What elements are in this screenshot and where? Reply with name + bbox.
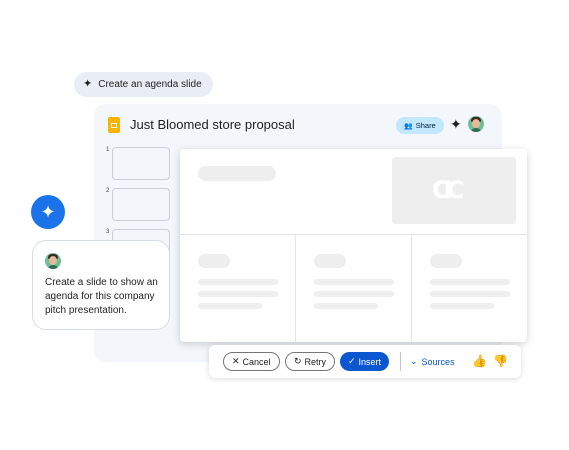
insert-button[interactable]: ✓ Insert xyxy=(340,352,390,371)
heading-placeholder xyxy=(314,254,346,268)
text-placeholder xyxy=(430,291,510,297)
heading-placeholder xyxy=(198,254,230,268)
text-placeholder xyxy=(198,279,278,285)
thumbnail-number: 3 xyxy=(106,229,110,235)
slides-app-icon xyxy=(108,117,120,133)
divider xyxy=(295,235,296,342)
divider xyxy=(400,352,401,371)
chat-message-text: Create a slide to show an agenda for thi… xyxy=(45,277,158,316)
prompt-chip[interactable]: ✦ Create an agenda slide xyxy=(74,72,213,97)
text-placeholder xyxy=(430,303,494,309)
share-button[interactable]: 👥 Share xyxy=(396,117,444,134)
user-avatar xyxy=(45,253,61,269)
cancel-button-label: Cancel xyxy=(242,356,271,367)
refresh-icon: ↻ xyxy=(294,356,302,366)
user-avatar[interactable] xyxy=(468,116,484,132)
thumbnail-number: 2 xyxy=(106,188,110,194)
document-title: Just Bloomed store proposal xyxy=(130,117,295,132)
text-placeholder xyxy=(314,279,394,285)
insert-button-label: Insert xyxy=(358,356,382,367)
action-bar: ✕ Cancel ↻ Retry ✓ Insert ⌄ Sources 👍 👎 xyxy=(209,345,521,378)
chat-message-bubble: Create a slide to show an agenda for thi… xyxy=(32,240,170,330)
thumbnail-number: 1 xyxy=(106,147,110,153)
check-icon: ✓ xyxy=(348,356,356,366)
text-placeholder xyxy=(198,291,278,297)
slide-thumbnail[interactable] xyxy=(112,188,170,221)
text-placeholder xyxy=(430,279,510,285)
gemini-icon: ✦ xyxy=(31,195,65,229)
cancel-button[interactable]: ✕ Cancel xyxy=(223,352,280,371)
heading-placeholder xyxy=(430,254,462,268)
retry-button[interactable]: ↻ Retry xyxy=(285,352,336,371)
prompt-chip-label: Create an agenda slide xyxy=(98,79,202,90)
sources-toggle[interactable]: ⌄ Sources xyxy=(410,356,455,367)
slide-thumbnail[interactable] xyxy=(112,147,170,180)
text-placeholder xyxy=(314,303,378,309)
text-placeholder xyxy=(198,303,262,309)
people-icon: 👥 xyxy=(404,122,413,130)
retry-button-label: Retry xyxy=(304,356,327,367)
sparkle-icon: ✦ xyxy=(83,78,93,90)
document-header: Just Bloomed store proposal 👥 Share ✦ xyxy=(94,104,502,144)
divider xyxy=(180,234,527,235)
generated-slide-preview: CIC xyxy=(180,149,527,342)
chevron-down-icon: ⌄ xyxy=(410,356,418,366)
thumbs-down-icon[interactable]: 👎 xyxy=(493,354,508,368)
thumbs-up-icon[interactable]: 👍 xyxy=(472,354,487,368)
sources-label: Sources xyxy=(421,356,455,367)
divider xyxy=(411,235,412,342)
close-icon: ✕ xyxy=(232,356,240,366)
title-placeholder xyxy=(198,166,276,181)
share-button-label: Share xyxy=(415,121,436,130)
gemini-sparkle-icon[interactable]: ✦ xyxy=(450,116,462,133)
company-logo: CIC xyxy=(432,176,464,204)
text-placeholder xyxy=(314,291,394,297)
